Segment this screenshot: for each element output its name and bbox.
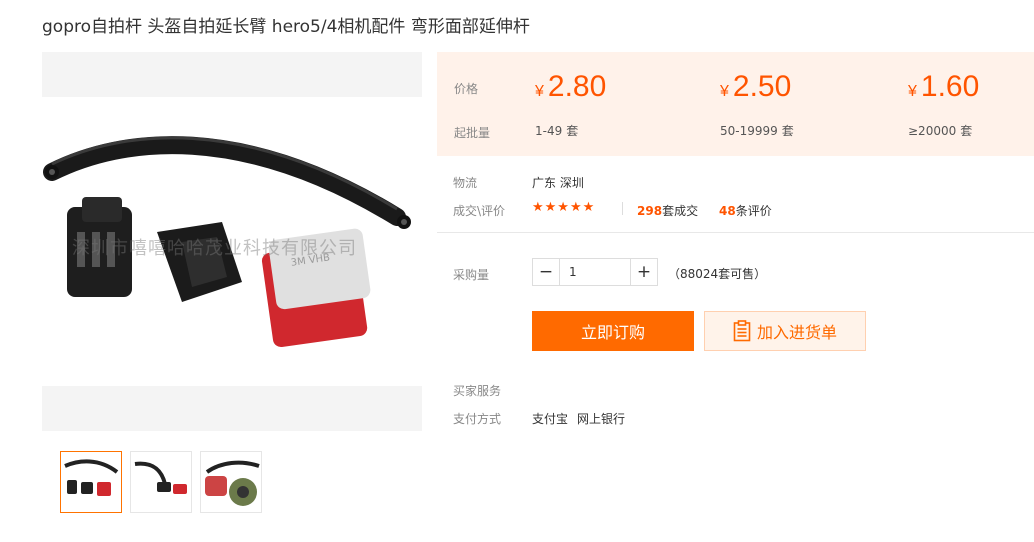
main-product-image[interactable]: 3M VHB 深圳市嘻嘻哈哈茂业科技有限公司 <box>42 52 422 432</box>
logistics-label: 物流 <box>453 176 478 190</box>
increase-button[interactable]: + <box>630 259 657 285</box>
range-tier-1: 1-49 套 <box>535 124 579 138</box>
section-divider <box>437 232 1034 233</box>
price-tier-2: ¥2.50 <box>720 70 792 103</box>
review-count[interactable]: 48条评价 <box>719 202 772 219</box>
reviews-divider <box>622 202 623 215</box>
price-label: 价格 <box>454 82 479 96</box>
logistics-location: 广东 深圳 <box>532 176 584 190</box>
range-tier-2: 50-19999 套 <box>720 124 794 138</box>
buy-now-button[interactable]: 立即订购 <box>532 311 694 351</box>
thumbnail-1[interactable] <box>60 451 122 513</box>
payment-method-online-banking: 网上银行 <box>577 412 626 426</box>
thumbnail-3[interactable] <box>200 451 262 513</box>
thumbnail-2-image <box>134 461 187 494</box>
payment-method-alipay: 支付宝 <box>532 412 569 426</box>
image-top-band <box>42 52 422 97</box>
range-tier-3: ≥20000 套 <box>908 124 973 138</box>
thumbnail-3-image <box>205 460 260 506</box>
price-tier-3: ¥1.60 <box>908 70 980 103</box>
clipboard-icon <box>733 320 751 342</box>
quantity-input[interactable]: 1 <box>560 259 630 285</box>
thumbnail-2[interactable] <box>130 451 192 513</box>
price-tier-1: ¥2.80 <box>535 70 607 103</box>
add-to-cart-button[interactable]: 加入进货单 <box>704 311 866 351</box>
price-box: 价格 起批量 ¥2.80 ¥2.50 ¥1.60 1-49 套 50-19999 套… <box>437 52 1034 156</box>
thumbnail-strip <box>60 451 262 513</box>
decrease-button[interactable]: − <box>533 259 560 285</box>
image-watermark: 深圳市嘻嘻哈哈茂业科技有限公司 <box>72 238 357 259</box>
product-title: gopro自拍杆 头盔自拍延长臂 hero5/4相机配件 弯形面部延伸杆 <box>42 17 530 37</box>
purchase-quantity-label: 采购量 <box>453 268 490 282</box>
buy-now-label: 立即订购 <box>580 323 645 342</box>
quantity-stepper: − 1 + <box>532 258 658 286</box>
stock-available: （88024套可售） <box>668 267 767 281</box>
reviews-label: 成交\评价 <box>453 204 506 218</box>
add-to-cart-label: 加入进货单 <box>756 323 837 342</box>
moq-label: 起批量 <box>454 126 491 140</box>
payment-label: 支付方式 <box>453 412 502 426</box>
rating-stars-icon: ★★★★★ <box>532 200 596 215</box>
deals-count[interactable]: 298套成交 <box>637 202 698 219</box>
thumbnail-1-image <box>64 459 119 496</box>
buyer-services-label: 买家服务 <box>453 384 502 398</box>
image-bottom-band <box>42 386 422 431</box>
